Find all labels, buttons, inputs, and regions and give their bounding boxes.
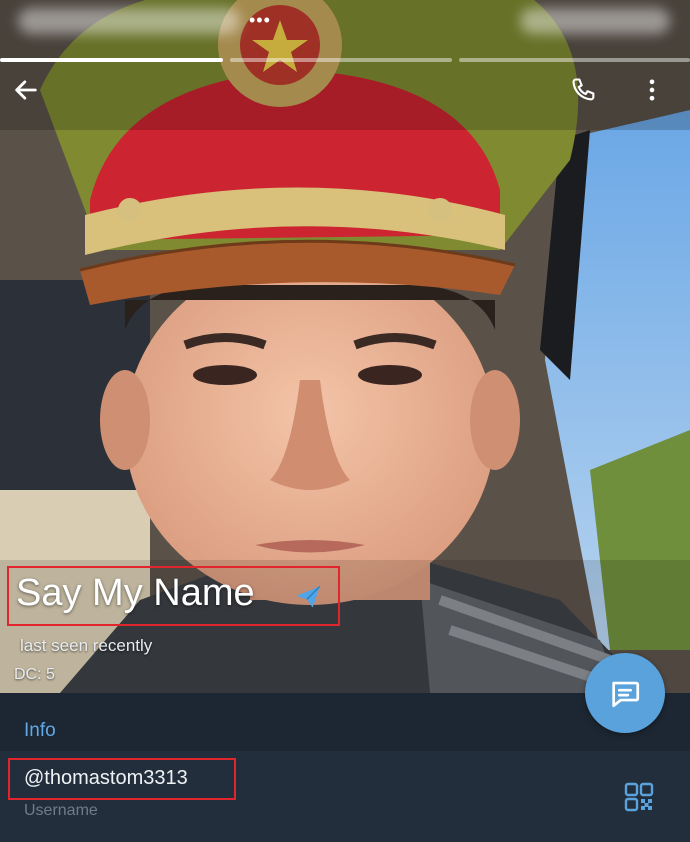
phone-icon (572, 78, 595, 101)
call-button[interactable] (570, 76, 606, 112)
username-value[interactable]: @thomastom3313 (24, 767, 188, 790)
arrow-left-icon (15, 80, 37, 100)
back-button[interactable] (12, 76, 48, 112)
qr-code-button[interactable] (624, 782, 654, 817)
send-icon-wrap (294, 584, 322, 615)
username-label: Username (24, 802, 98, 819)
last-seen-status: last seen recently (20, 636, 153, 655)
telegram-send-icon (296, 586, 321, 608)
more-vertical-icon (649, 79, 655, 101)
info-section-title: Info (24, 720, 56, 741)
photo-progress-bar (459, 58, 690, 62)
send-message-button[interactable] (585, 653, 665, 733)
dc-label: DC: 5 (14, 666, 55, 683)
photo-progress-bar-active (0, 58, 223, 62)
qr-code-icon (624, 782, 654, 812)
status-bar-blur (18, 8, 240, 34)
status-bar-blur (520, 8, 670, 34)
message-icon (612, 681, 640, 708)
status-dots: ••• (249, 10, 271, 30)
profile-name: Say My Name (16, 572, 255, 614)
photo-progress-bar (230, 58, 452, 62)
more-options-button[interactable] (638, 76, 674, 112)
